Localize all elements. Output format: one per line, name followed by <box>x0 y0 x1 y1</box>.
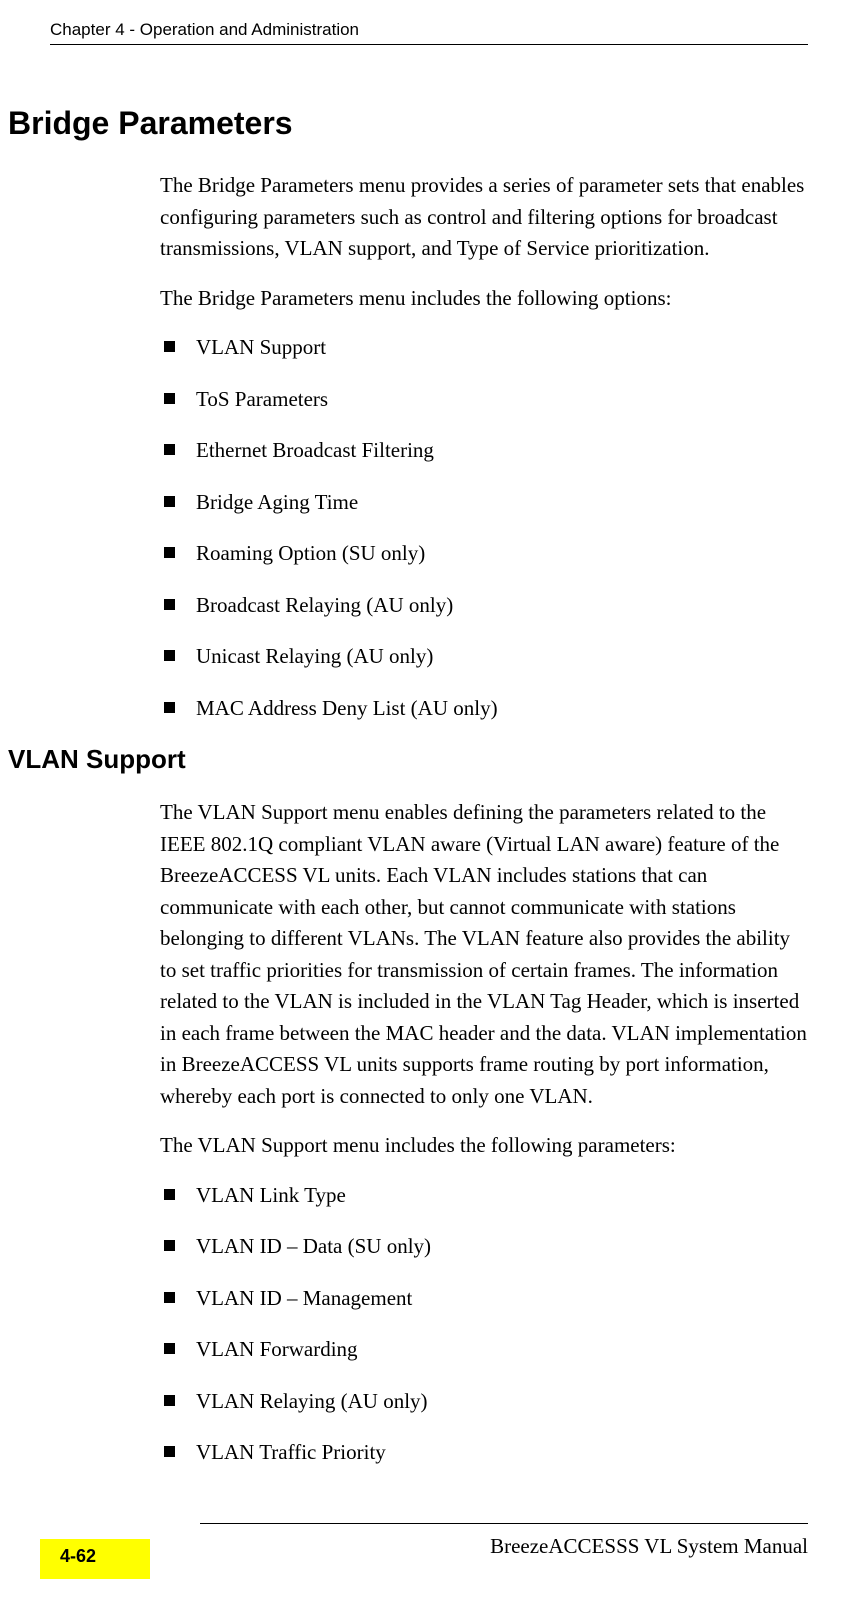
list-item: VLAN Support <box>160 332 808 364</box>
chapter-header: Chapter 4 - Operation and Administration <box>50 20 808 45</box>
list-item: Bridge Aging Time <box>160 487 808 519</box>
list-item: VLAN Forwarding <box>160 1334 808 1366</box>
document-page: Chapter 4 - Operation and Administration… <box>0 0 858 1603</box>
body-block-1: The Bridge Parameters menu provides a se… <box>160 170 808 724</box>
list-item: ToS Parameters <box>160 384 808 416</box>
list-item: VLAN ID – Data (SU only) <box>160 1231 808 1263</box>
list-item: Unicast Relaying (AU only) <box>160 641 808 673</box>
body-block-2: The VLAN Support menu enables defining t… <box>160 797 808 1469</box>
list-item: VLAN Traffic Priority <box>160 1437 808 1469</box>
footer-manual-title: BreezeACCESSS VL System Manual <box>50 1534 808 1559</box>
list-item: Broadcast Relaying (AU only) <box>160 590 808 622</box>
vlan-paragraph-1: The VLAN Support menu enables defining t… <box>160 797 808 1112</box>
vlan-params-list: VLAN Link Type VLAN ID – Data (SU only) … <box>160 1180 808 1469</box>
intro-paragraph-1: The Bridge Parameters menu provides a se… <box>160 170 808 265</box>
heading-bridge-parameters: Bridge Parameters <box>8 105 808 142</box>
heading-vlan-support: VLAN Support <box>8 744 808 775</box>
list-item: Roaming Option (SU only) <box>160 538 808 570</box>
list-item: VLAN Relaying (AU only) <box>160 1386 808 1418</box>
bridge-options-list: VLAN Support ToS Parameters Ethernet Bro… <box>160 332 808 724</box>
list-item: MAC Address Deny List (AU only) <box>160 693 808 725</box>
list-item: VLAN Link Type <box>160 1180 808 1212</box>
page-number: 4-62 <box>60 1546 96 1567</box>
intro-paragraph-2: The Bridge Parameters menu includes the … <box>160 283 808 315</box>
vlan-paragraph-2: The VLAN Support menu includes the follo… <box>160 1130 808 1162</box>
list-item: VLAN ID – Management <box>160 1283 808 1315</box>
page-footer: BreezeACCESSS VL System Manual <box>50 1523 808 1569</box>
list-item: Ethernet Broadcast Filtering <box>160 435 808 467</box>
footer-divider <box>200 1523 808 1524</box>
